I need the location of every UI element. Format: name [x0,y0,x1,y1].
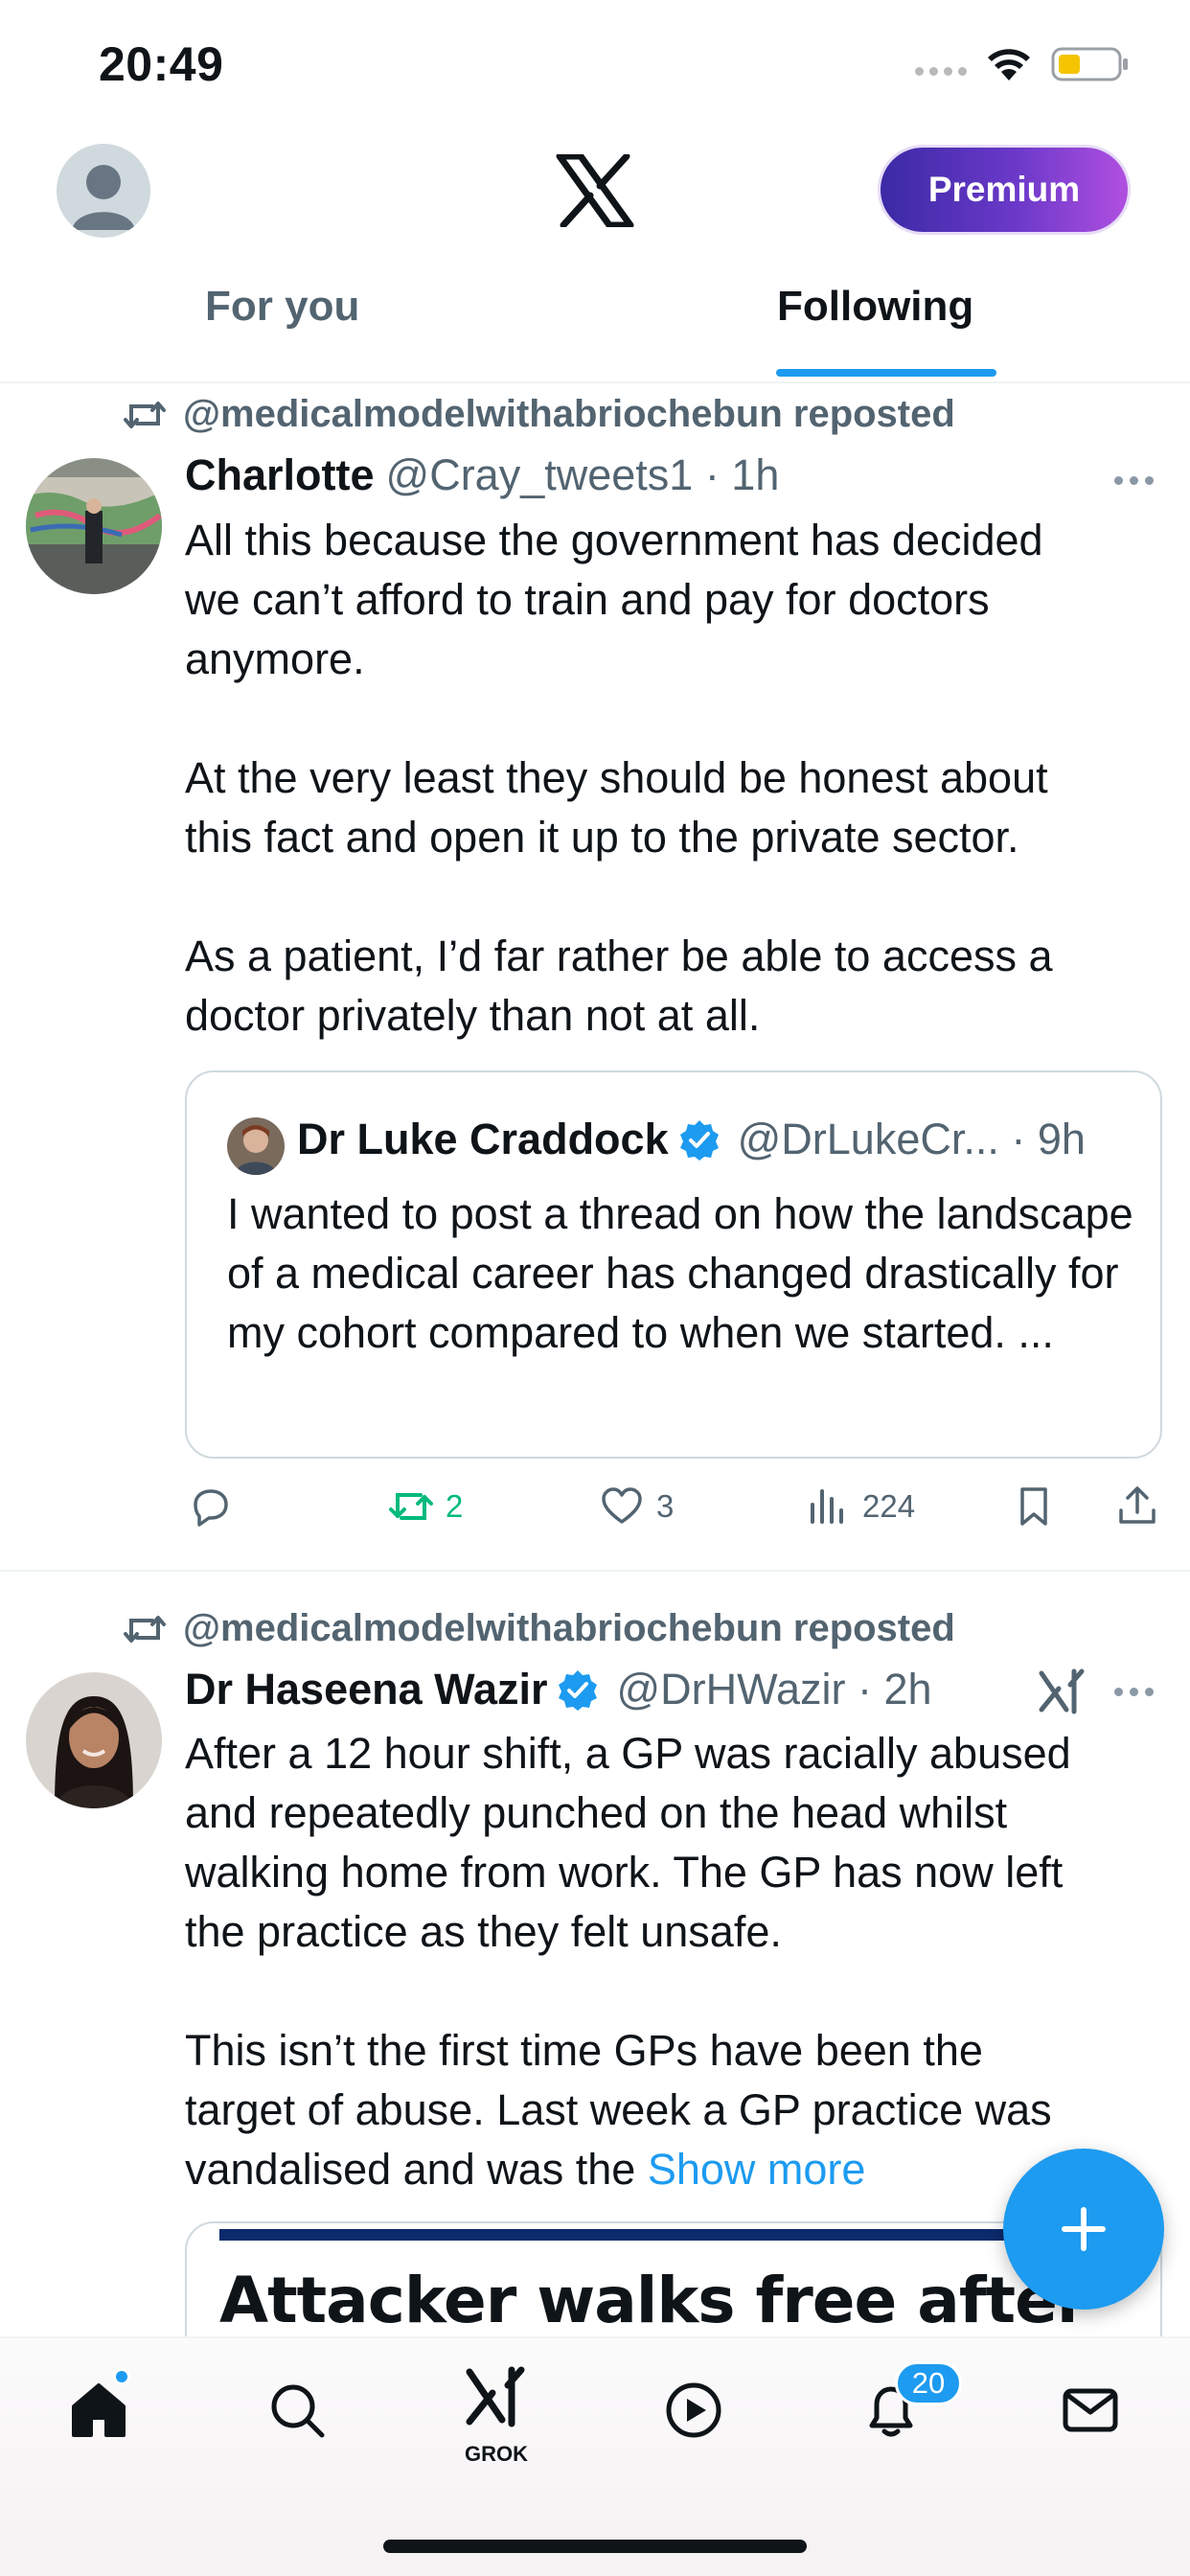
bottom-nav: GROK 20 [0,2336,1190,2576]
tweet-header: Dr Haseena Wazir @DrHWazir · 2h [185,1665,932,1714]
mail-icon [1063,2388,1118,2432]
more-options-icon[interactable] [1114,1688,1154,1696]
author-name[interactable]: Dr Haseena Wazir [185,1665,547,1714]
play-circle-icon [666,2382,721,2438]
nav-video[interactable] [651,2367,737,2453]
search-icon [271,2384,325,2438]
nav-grok[interactable] [453,2356,539,2442]
plus-icon [1062,2207,1106,2251]
grok-icon [466,2366,525,2427]
card-headline: Attacker walks free after [219,2264,1087,2336]
verified-badge-icon [559,1670,598,1711]
notifications-badge: 20 [895,2361,962,2405]
home-unread-dot [113,2368,130,2385]
home-icon [72,2383,126,2437]
repost-icon [124,1615,166,1643]
show-more-link[interactable]: Show more [648,2145,866,2194]
author-handle-time[interactable]: @DrHWazir · 2h [616,1665,931,1714]
tweet-haseena-wazir[interactable]: @medicalmodelwithabriochebun reposted Dr… [0,0,1190,2336]
compose-post-button[interactable] [1003,2149,1164,2310]
card-banner-bar [219,2229,1063,2241]
nav-messages[interactable] [1047,2367,1133,2453]
repost-indicator: @medicalmodelwithabriochebun reposted [124,1607,955,1650]
nav-search[interactable] [254,2367,340,2453]
home-indicator [383,2540,807,2553]
grok-explain-icon[interactable] [1038,1668,1086,1715]
avatar-photo [26,1672,162,1808]
avatar[interactable] [26,1672,162,1808]
grok-label: GROK [465,2442,528,2466]
tweet-text: After a 12 hour shift, a GP was racially… [185,1724,1143,2199]
repost-text: @medicalmodelwithabriochebun reposted [183,1607,955,1649]
tweet-body: After a 12 hour shift, a GP was racially… [185,1729,1071,2194]
